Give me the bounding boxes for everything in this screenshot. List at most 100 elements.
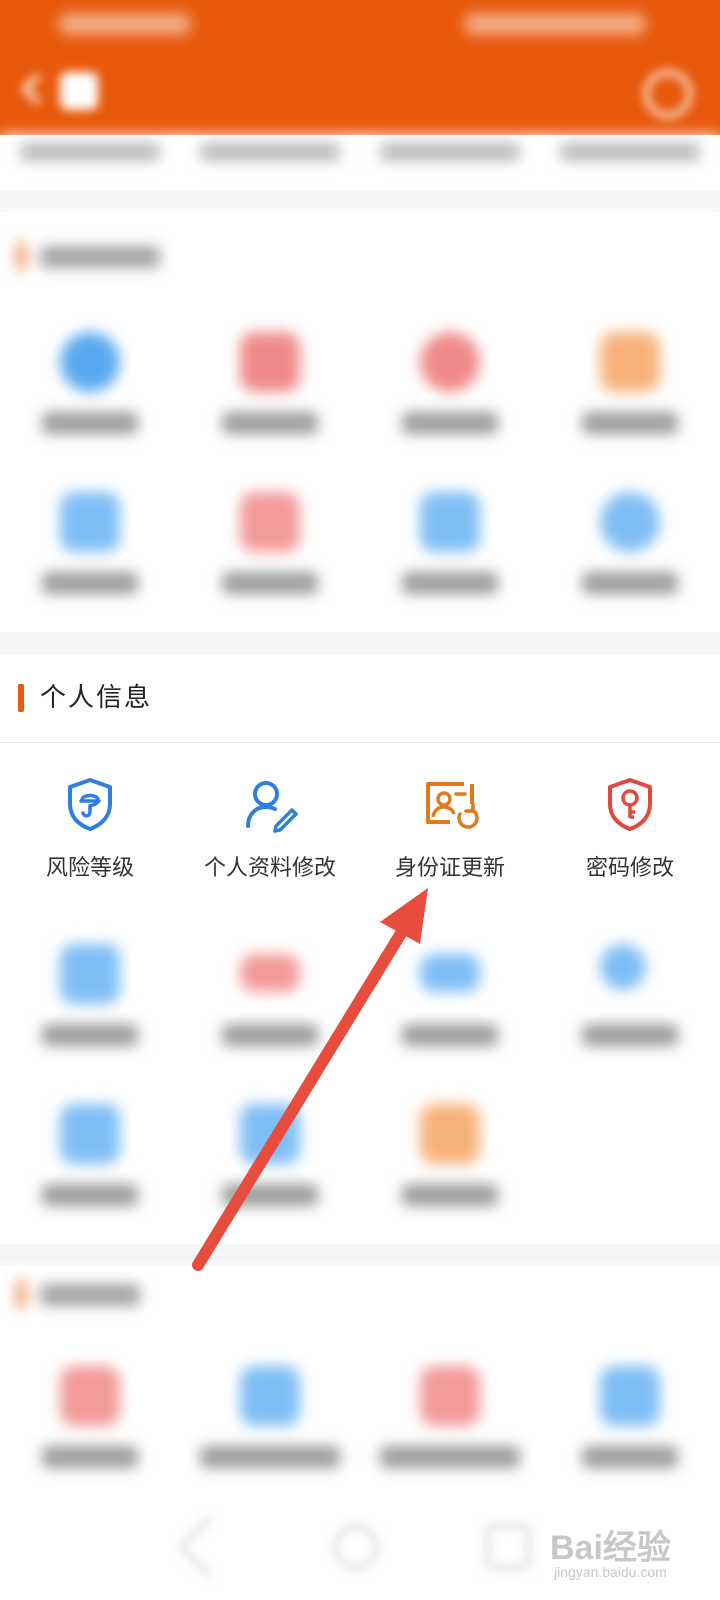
square-icon (600, 1366, 660, 1426)
tablet-icon (60, 944, 120, 1004)
remnant-label (200, 143, 340, 161)
section-divider (0, 742, 720, 743)
personal-item[interactable] (180, 1074, 360, 1224)
trade-item[interactable] (180, 302, 360, 452)
trade-item[interactable] (540, 302, 720, 452)
chart-icon (240, 332, 300, 392)
status-bar (0, 0, 720, 48)
trade-item-label (222, 412, 318, 434)
section-header (0, 212, 720, 300)
personal-item[interactable] (0, 1074, 180, 1224)
section-gap (0, 190, 720, 212)
watermark-url: jingyan.baidu.com (554, 1564, 667, 1580)
square-icon (240, 1366, 300, 1426)
password-change-label: 密码修改 (585, 856, 674, 881)
trade-item[interactable] (540, 462, 720, 612)
section-accent-bar (18, 684, 24, 712)
list-icon (60, 492, 120, 552)
status-bar-right (465, 14, 645, 34)
square-icon (600, 332, 660, 392)
personal-item-label (222, 1184, 318, 1206)
watermark-brand: Bai经验 (550, 1529, 671, 1567)
id-card-update-label: 身份证更新 (394, 856, 505, 881)
remnant-label (560, 143, 700, 161)
account-item-label (200, 1446, 340, 1468)
risk-level-button[interactable]: 风险等级 (0, 754, 180, 904)
section-header: 个人信息 (0, 654, 720, 742)
card-icon (420, 954, 480, 992)
back-button[interactable] (20, 70, 100, 114)
circle-icon (420, 332, 480, 392)
personal-item[interactable] (360, 914, 540, 1064)
baidu-watermark: Bai经验 jingyan.baidu.com (550, 1510, 680, 1590)
square-icon (420, 1104, 480, 1164)
section-trade (0, 212, 720, 632)
trade-item-label (582, 572, 678, 594)
account-item-label (582, 1446, 678, 1468)
trade-item-label (582, 412, 678, 434)
circle-icon (600, 492, 660, 552)
section-account (0, 1266, 720, 1506)
card-icon (240, 954, 300, 992)
personal-item-label (582, 1024, 678, 1046)
trade-item-label (42, 572, 138, 594)
square-icon (60, 1366, 120, 1426)
nav-back-icon[interactable] (178, 1515, 242, 1579)
personal-item-label (42, 1024, 138, 1046)
nav-recent-icon[interactable] (486, 1525, 530, 1569)
previous-row-remnant (0, 135, 720, 190)
user-list-icon (600, 944, 646, 990)
gear-icon[interactable] (644, 70, 692, 118)
section-personal-info: 个人信息 风险等级 个人资料修改 身份证更新 密码修改 (0, 654, 720, 1244)
account-item-label (380, 1446, 520, 1468)
check-circle-icon (60, 332, 120, 392)
status-bar-left (60, 14, 190, 34)
risk-shield-icon (68, 778, 112, 831)
remnant-label (380, 143, 520, 161)
section-title (40, 1284, 140, 1306)
square-icon (240, 1104, 300, 1164)
section-accent-bar (18, 242, 24, 270)
profile-edit-label: 个人资料修改 (203, 856, 336, 881)
personal-item-label (42, 1184, 138, 1206)
account-item[interactable] (180, 1336, 360, 1486)
trade-item-label (42, 412, 138, 434)
app-header (0, 0, 720, 135)
account-item-label (42, 1446, 138, 1468)
account-item[interactable] (0, 1336, 180, 1486)
profile-edit-button[interactable]: 个人资料修改 (180, 754, 360, 904)
section-accent-bar (18, 1280, 24, 1308)
account-item[interactable] (540, 1336, 720, 1486)
trade-item[interactable] (360, 462, 540, 612)
id-card-update-button[interactable]: 身份证更新 (360, 754, 540, 904)
personal-item-label (402, 1024, 498, 1046)
nav-home-icon[interactable] (334, 1525, 378, 1569)
personal-item[interactable] (360, 1074, 540, 1224)
trade-item[interactable] (0, 302, 180, 452)
trade-item-label (402, 412, 498, 434)
book-icon (420, 492, 480, 552)
trade-item-label (222, 572, 318, 594)
profile-edit-icon (246, 781, 298, 833)
personal-item-label (222, 1024, 318, 1046)
remnant-label (20, 143, 160, 161)
section-title (40, 246, 160, 268)
password-change-button[interactable]: 密码修改 (540, 754, 720, 904)
section-title: 个人信息 (40, 683, 153, 713)
trade-item[interactable] (360, 302, 540, 452)
personal-item[interactable] (540, 914, 720, 1064)
personal-item[interactable] (0, 914, 180, 1064)
square-icon (60, 1104, 120, 1164)
square-icon (420, 1366, 480, 1426)
risk-level-label: 风险等级 (45, 856, 134, 881)
trade-item-label (402, 572, 498, 594)
page-title (250, 72, 470, 112)
trade-item[interactable] (180, 462, 360, 612)
account-item[interactable] (360, 1336, 540, 1486)
personal-item[interactable] (180, 914, 360, 1064)
section-gap (0, 1244, 720, 1266)
trade-item[interactable] (0, 462, 180, 612)
chevron-left-icon (21, 73, 53, 105)
id-card-update-icon (426, 782, 479, 829)
personal-item-label (402, 1184, 498, 1206)
